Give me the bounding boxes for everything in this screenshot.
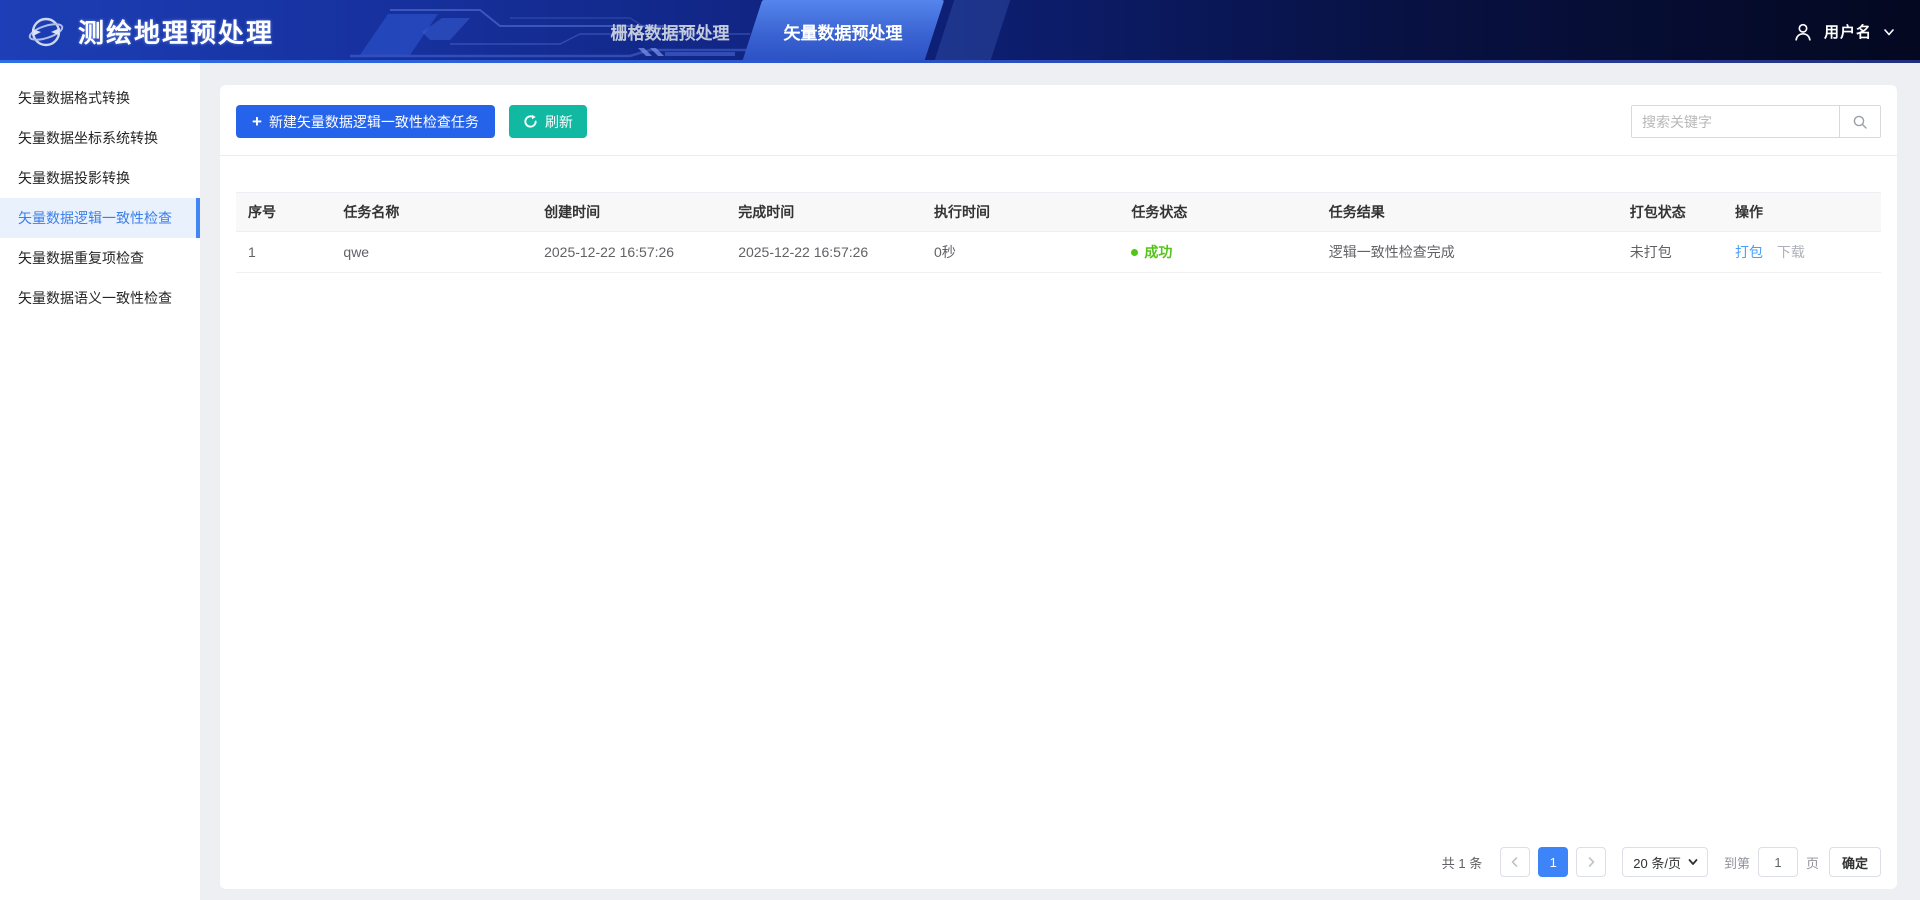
chevron-right-icon: [1588, 857, 1595, 867]
sidebar: 矢量数据格式转换 矢量数据坐标系统转换 矢量数据投影转换 矢量数据逻辑一致性检查…: [0, 63, 200, 900]
content-card: + 新建矢量数据逻辑一致性检查任务 刷新 搜索关键字 序号 任务名称 创建时间 …: [220, 85, 1897, 889]
cell-index: 1: [236, 231, 332, 273]
column-status: 任务状态: [1119, 192, 1317, 232]
sidebar-item-duplicate-check[interactable]: 矢量数据重复项检查: [0, 238, 200, 278]
main-content: + 新建矢量数据逻辑一致性检查任务 刷新 搜索关键字 序号 任务名称 创建时间 …: [200, 63, 1920, 900]
status-dot-icon: [1131, 248, 1139, 256]
tab-raster-preprocess[interactable]: 栅格数据预处理: [590, 0, 750, 63]
tab-vector-label: 矢量数据预处理: [783, 24, 903, 43]
search-box: [1631, 105, 1881, 138]
column-result: 任务结果: [1316, 192, 1618, 232]
status-text: 成功: [1144, 244, 1173, 260]
goto-confirm-button[interactable]: 确定: [1828, 847, 1881, 877]
table-header: 序号 任务名称 创建时间 完成时间 执行时间 任务状态 任务结果 打包状态 操作: [236, 192, 1881, 232]
next-page-button[interactable]: [1576, 847, 1607, 877]
refresh-button[interactable]: 刷新: [508, 105, 587, 138]
user-menu[interactable]: 用户名: [1792, 0, 1896, 63]
new-task-button[interactable]: + 新建矢量数据逻辑一致性检查任务: [236, 105, 495, 138]
goto-page-prefix: 到第: [1723, 855, 1750, 871]
page-number-button[interactable]: 1: [1538, 847, 1569, 877]
total-count-label: 共 1 条: [1441, 855, 1483, 871]
cell-task-name: qwe: [331, 231, 533, 273]
toolbar-buttons: + 新建矢量数据逻辑一致性检查任务 刷新: [236, 105, 587, 138]
chevron-left-icon: [1511, 857, 1518, 867]
column-package-status: 打包状态: [1617, 192, 1724, 232]
pagination: 共 1 条 1 20 条/页 到第 页 确定: [1442, 847, 1881, 877]
goto-page-suffix: 页: [1805, 855, 1819, 871]
top-tabs: 栅格数据预处理 矢量数据预处理: [0, 0, 1920, 63]
new-task-label: 新建矢量数据逻辑一致性检查任务: [268, 113, 479, 130]
app-header: 测绘地理预处理 栅格数据预处理 矢量数据预处理 用户名: [0, 0, 1920, 63]
column-duration: 执行时间: [921, 192, 1120, 232]
sidebar-menu: 矢量数据格式转换 矢量数据坐标系统转换 矢量数据投影转换 矢量数据逻辑一致性检查…: [0, 63, 200, 318]
search-icon: [1853, 115, 1867, 129]
cell-duration: 0秒: [921, 231, 1120, 273]
sidebar-item-format-conversion[interactable]: 矢量数据格式转换: [0, 78, 200, 118]
sidebar-item-semantic-consistency-check[interactable]: 矢量数据语义一致性检查: [0, 278, 200, 318]
goto-page-input[interactable]: [1757, 847, 1798, 877]
prev-page-button[interactable]: [1500, 847, 1531, 877]
package-action-link[interactable]: 打包: [1735, 244, 1763, 260]
status-badge: 成功: [1131, 242, 1172, 262]
tab-vector-preprocess[interactable]: 矢量数据预处理: [741, 0, 945, 63]
search-button[interactable]: [1839, 106, 1880, 137]
column-task-name: 任务名称: [331, 192, 533, 232]
tab-raster-label: 栅格数据预处理: [610, 24, 730, 43]
sidebar-item-projection-conversion[interactable]: 矢量数据投影转换: [0, 158, 200, 198]
refresh-label: 刷新: [544, 113, 573, 130]
column-actions: 操作: [1723, 192, 1881, 232]
sidebar-item-coordinate-system-conversion[interactable]: 矢量数据坐标系统转换: [0, 118, 200, 158]
toolbar: + 新建矢量数据逻辑一致性检查任务 刷新: [220, 85, 1897, 156]
table-row: 1 qwe 2025-12-22 16:57:26 2025-12-22 16:…: [236, 231, 1881, 273]
username-label: 用户名: [1823, 24, 1872, 41]
download-action-link[interactable]: 下载: [1777, 244, 1805, 260]
cell-created-time: 2025-12-22 16:57:26: [532, 231, 727, 273]
cell-finished-time: 2025-12-22 16:57:26: [726, 231, 922, 273]
cell-actions: 打包 下载: [1723, 231, 1881, 273]
page-size-label: 20 条/页: [1633, 855, 1681, 871]
select-chevron-down-icon: [1688, 859, 1698, 865]
cell-status: 成功: [1119, 231, 1317, 273]
tab-ghost-decoration: [933, 0, 1011, 63]
search-input[interactable]: [1632, 106, 1839, 137]
column-finished-time: 完成时间: [726, 192, 922, 232]
refresh-icon: [524, 114, 537, 128]
column-index: 序号: [236, 192, 332, 232]
column-created-time: 创建时间: [532, 192, 727, 232]
page-size-select[interactable]: 20 条/页: [1622, 847, 1708, 877]
sidebar-item-logical-consistency-check[interactable]: 矢量数据逻辑一致性检查: [0, 198, 200, 238]
user-icon: [1795, 23, 1811, 41]
plus-icon: +: [252, 112, 262, 131]
chevron-down-icon: [1884, 28, 1894, 35]
task-table: 序号 任务名称 创建时间 完成时间 执行时间 任务状态 任务结果 打包状态 操作…: [236, 192, 1881, 273]
cell-result: 逻辑一致性检查完成: [1316, 231, 1618, 273]
cell-package-status: 未打包: [1617, 231, 1724, 273]
